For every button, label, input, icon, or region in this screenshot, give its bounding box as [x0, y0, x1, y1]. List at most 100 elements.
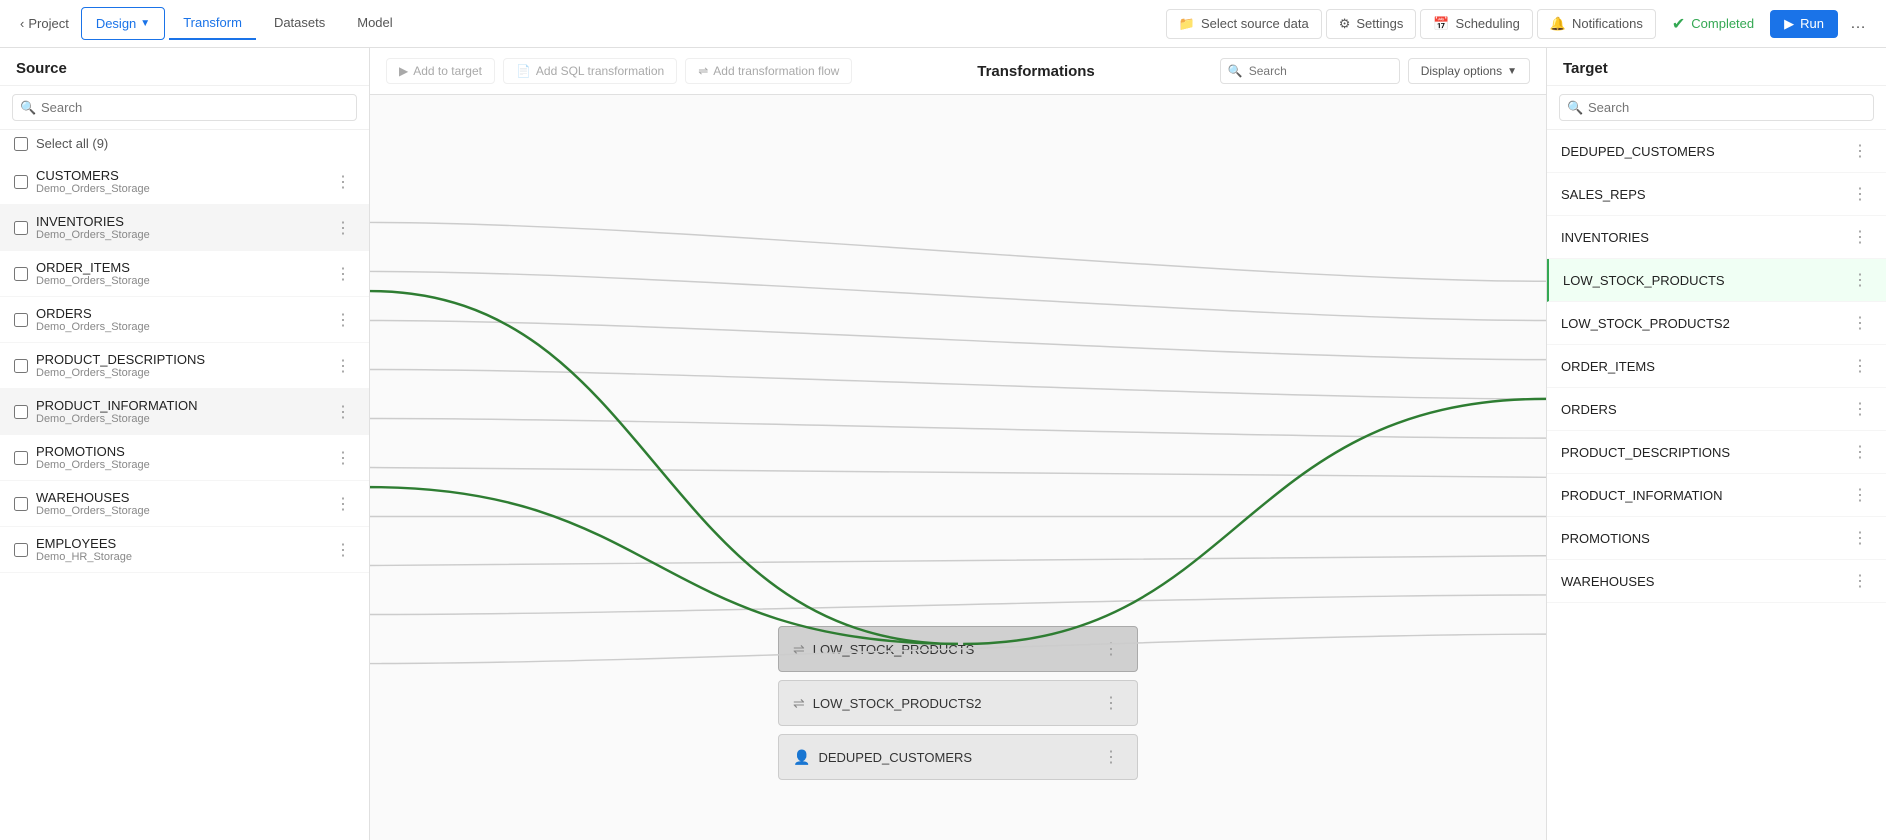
source-checkbox-employees[interactable]: [14, 543, 28, 557]
target-item-low_stock_products2[interactable]: LOW_STOCK_PRODUCTS2 ⋮: [1547, 302, 1886, 345]
source-item-order_items[interactable]: ORDER_ITEMS Demo_Orders_Storage ⋮: [0, 251, 369, 297]
target-item-menu-low_stock_products2[interactable]: ⋮: [1848, 311, 1872, 335]
target-item-menu-sales_reps[interactable]: ⋮: [1848, 182, 1872, 206]
source-item-product_information[interactable]: PRODUCT_INFORMATION Demo_Orders_Storage …: [0, 389, 369, 435]
source-item-menu-warehouses[interactable]: ⋮: [331, 492, 355, 516]
tab-datasets[interactable]: Datasets: [260, 7, 339, 40]
target-item-menu-low_stock_products[interactable]: ⋮: [1848, 268, 1872, 292]
transform-node-deduped-customers[interactable]: 👤 DEDUPED_CUSTOMERS ⋮: [778, 734, 1138, 780]
chevron-down-icon: ▼: [1507, 66, 1517, 77]
target-item-name-low_stock_products2: LOW_STOCK_PRODUCTS2: [1561, 316, 1840, 331]
display-options-button[interactable]: Display options ▼: [1408, 58, 1530, 84]
source-item-promotions[interactable]: PROMOTIONS Demo_Orders_Storage ⋮: [0, 435, 369, 481]
source-item-employees[interactable]: EMPLOYEES Demo_HR_Storage ⋮: [0, 527, 369, 573]
add-transformation-flow-button[interactable]: ⇌ Add transformation flow: [685, 58, 852, 84]
run-button[interactable]: ▶ Run: [1770, 10, 1838, 38]
nav-back-button[interactable]: ‹ Project: [12, 12, 77, 35]
tab-transform[interactable]: Transform: [169, 7, 256, 40]
source-item-name-product_descriptions: PRODUCT_DESCRIPTIONS: [36, 352, 323, 367]
target-item-menu-deduped_customers[interactable]: ⋮: [1848, 139, 1872, 163]
source-checkbox-warehouses[interactable]: [14, 497, 28, 511]
source-item-warehouses[interactable]: WAREHOUSES Demo_Orders_Storage ⋮: [0, 481, 369, 527]
source-checkbox-promotions[interactable]: [14, 451, 28, 465]
project-label: Project: [28, 16, 68, 31]
select-source-button[interactable]: 📁 Select source data: [1166, 9, 1322, 39]
target-item-product_descriptions[interactable]: PRODUCT_DESCRIPTIONS ⋮: [1547, 431, 1886, 474]
tab-design[interactable]: Design ▼: [81, 7, 165, 40]
completed-label: Completed: [1691, 16, 1754, 31]
tab-model[interactable]: Model: [343, 7, 406, 40]
source-checkbox-product_information[interactable]: [14, 405, 28, 419]
node-menu-button[interactable]: ⋮: [1099, 637, 1123, 661]
search-icon: 🔍: [1228, 64, 1243, 78]
target-item-warehouses[interactable]: WAREHOUSES ⋮: [1547, 560, 1886, 603]
source-panel: Source 🔍 Select all (9) CUSTOMERS Demo_O…: [0, 48, 370, 840]
target-item-product_information[interactable]: PRODUCT_INFORMATION ⋮: [1547, 474, 1886, 517]
target-item-inventories[interactable]: INVENTORIES ⋮: [1547, 216, 1886, 259]
source-checkbox-customers[interactable]: [14, 175, 28, 189]
notifications-button[interactable]: 🔔 Notifications: [1537, 9, 1656, 39]
node-menu-button2[interactable]: ⋮: [1099, 691, 1123, 715]
source-item-sub-inventories: Demo_Orders_Storage: [36, 229, 323, 241]
source-checkbox-order_items[interactable]: [14, 267, 28, 281]
source-item-product_descriptions[interactable]: PRODUCT_DESCRIPTIONS Demo_Orders_Storage…: [0, 343, 369, 389]
source-item-sub-order_items: Demo_Orders_Storage: [36, 275, 323, 287]
scheduling-label: Scheduling: [1456, 16, 1520, 31]
target-item-order_items[interactable]: ORDER_ITEMS ⋮: [1547, 345, 1886, 388]
target-item-low_stock_products[interactable]: LOW_STOCK_PRODUCTS ⋮: [1547, 259, 1886, 302]
source-item-menu-inventories[interactable]: ⋮: [331, 216, 355, 240]
target-item-menu-promotions[interactable]: ⋮: [1848, 526, 1872, 550]
target-search-input[interactable]: [1559, 94, 1874, 121]
sql-icon: 📄: [516, 64, 531, 78]
source-item-name-warehouses: WAREHOUSES: [36, 490, 323, 505]
source-item-orders[interactable]: ORDERS Demo_Orders_Storage ⋮: [0, 297, 369, 343]
settings-label: Settings: [1356, 16, 1403, 31]
source-checkbox-orders[interactable]: [14, 313, 28, 327]
source-checkbox-product_descriptions[interactable]: [14, 359, 28, 373]
target-item-promotions[interactable]: PROMOTIONS ⋮: [1547, 517, 1886, 560]
node-menu-button3[interactable]: ⋮: [1099, 745, 1123, 769]
target-item-menu-inventories[interactable]: ⋮: [1848, 225, 1872, 249]
tab-transform-label: Transform: [183, 15, 242, 30]
add-sql-label: Add SQL transformation: [536, 64, 664, 78]
source-search-input[interactable]: [12, 94, 357, 121]
transform-node-icon3: 👤: [793, 749, 810, 766]
target-item-menu-product_descriptions[interactable]: ⋮: [1848, 440, 1872, 464]
source-item-sub-orders: Demo_Orders_Storage: [36, 321, 323, 333]
add-sql-transformation-button[interactable]: 📄 Add SQL transformation: [503, 58, 677, 84]
node-name-low-stock: LOW_STOCK_PRODUCTS: [813, 642, 1091, 657]
chevron-left-icon: ‹: [20, 16, 24, 31]
transform-canvas: ⇌ LOW_STOCK_PRODUCTS ⋮ ⇌ LOW_STOCK_PRODU…: [370, 95, 1546, 840]
source-search-bar: 🔍: [0, 86, 369, 130]
target-item-menu-warehouses[interactable]: ⋮: [1848, 569, 1872, 593]
settings-button[interactable]: ⚙ Settings: [1326, 9, 1417, 39]
display-options-label: Display options: [1421, 64, 1502, 78]
add-to-target-button[interactable]: ▶ Add to target: [386, 58, 495, 84]
source-checkbox-inventories[interactable]: [14, 221, 28, 235]
source-item-menu-customers[interactable]: ⋮: [331, 170, 355, 194]
source-item-menu-orders[interactable]: ⋮: [331, 308, 355, 332]
source-item-menu-product_information[interactable]: ⋮: [331, 400, 355, 424]
target-item-menu-product_information[interactable]: ⋮: [1848, 483, 1872, 507]
transform-search-input[interactable]: [1220, 58, 1400, 84]
select-all-checkbox[interactable]: [14, 137, 28, 151]
target-item-menu-orders[interactable]: ⋮: [1848, 397, 1872, 421]
transform-node-low-stock-products2[interactable]: ⇌ LOW_STOCK_PRODUCTS2 ⋮: [778, 680, 1138, 726]
target-item-orders[interactable]: ORDERS ⋮: [1547, 388, 1886, 431]
source-item-menu-order_items[interactable]: ⋮: [331, 262, 355, 286]
source-item-name-customers: CUSTOMERS: [36, 168, 323, 183]
more-options-button[interactable]: …: [1842, 11, 1874, 37]
target-item-menu-order_items[interactable]: ⋮: [1848, 354, 1872, 378]
db-icon: 📁: [1179, 16, 1195, 32]
target-item-sales_reps[interactable]: SALES_REPS ⋮: [1547, 173, 1886, 216]
source-item-menu-promotions[interactable]: ⋮: [331, 446, 355, 470]
target-item-name-product_information: PRODUCT_INFORMATION: [1561, 488, 1840, 503]
source-item-menu-product_descriptions[interactable]: ⋮: [331, 354, 355, 378]
transform-node-low-stock-products[interactable]: ⇌ LOW_STOCK_PRODUCTS ⋮: [778, 626, 1138, 672]
source-item-menu-employees[interactable]: ⋮: [331, 538, 355, 562]
target-item-deduped_customers[interactable]: DEDUPED_CUSTOMERS ⋮: [1547, 130, 1886, 173]
source-item-text-order_items: ORDER_ITEMS Demo_Orders_Storage: [36, 260, 323, 287]
scheduling-button[interactable]: 📅 Scheduling: [1420, 9, 1533, 39]
source-item-customers[interactable]: CUSTOMERS Demo_Orders_Storage ⋮: [0, 159, 369, 205]
source-item-inventories[interactable]: INVENTORIES Demo_Orders_Storage ⋮: [0, 205, 369, 251]
